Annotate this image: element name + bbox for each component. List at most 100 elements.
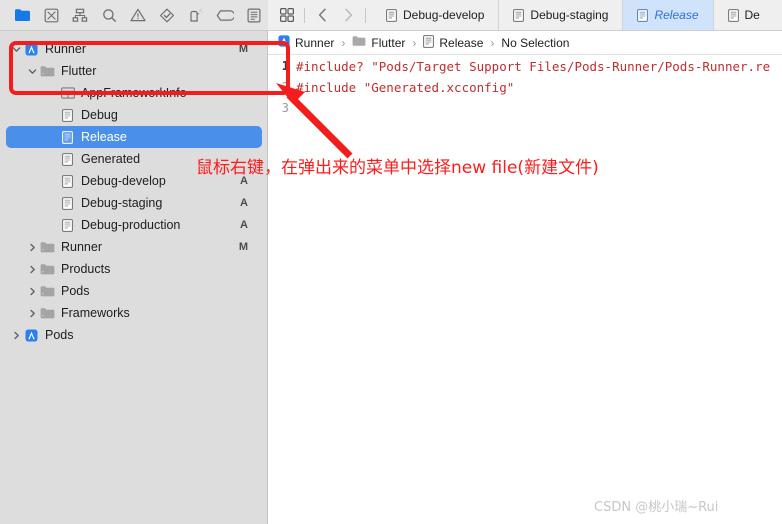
xcode-project-icon (23, 329, 40, 342)
tab-label: Debug-develop (403, 8, 485, 22)
chevron-right-icon[interactable] (26, 243, 39, 252)
xcconfig-icon (59, 174, 76, 188)
source-control-icon[interactable] (37, 3, 66, 27)
chevron-right-icon[interactable] (335, 0, 361, 30)
tree-row-label: Runner (61, 240, 102, 254)
tree-row-status-badge: M (238, 43, 248, 55)
xcconfig-icon (386, 8, 397, 22)
tree-row-status-badge: A (240, 197, 248, 209)
tree-row-label: Debug (81, 108, 118, 122)
xcode-project-icon (23, 43, 40, 56)
code-line[interactable]: 2 #include "Generated.xcconfig" (268, 77, 782, 98)
line-number: 1 (281, 59, 289, 73)
tree-row-label: Release (81, 130, 127, 144)
breadcrumb-label: Runner (295, 35, 335, 50)
tree-row-debug[interactable]: Debug (6, 104, 262, 126)
tree-row-pods[interactable]: Pods (6, 280, 262, 302)
chevron-left-icon[interactable] (309, 0, 335, 30)
xcconfig-icon (637, 8, 649, 22)
chevron-down-icon[interactable] (10, 45, 23, 54)
breadcrumb-item-release[interactable]: Release (423, 34, 483, 51)
tab-debug-develop[interactable]: Debug-develop (372, 0, 498, 30)
xcconfig-icon (513, 8, 525, 22)
tree-row-runner[interactable]: Runner M (6, 236, 262, 258)
tab-label: De (744, 8, 760, 22)
xcconfig-icon (727, 8, 739, 22)
tree-row-label: Debug-develop (81, 174, 166, 188)
tab-debug-staging[interactable]: Debug-staging (498, 0, 622, 30)
breadcrumb-item-runner[interactable]: Runner (278, 35, 334, 50)
debug-gauge-icon[interactable] (181, 3, 210, 27)
xcconfig-icon (59, 108, 76, 122)
breadcrumb-item-no-selection[interactable]: No Selection (501, 36, 569, 50)
chevron-right-icon[interactable] (26, 265, 39, 274)
tree-row-pods[interactable]: Pods (6, 324, 262, 346)
chevron-right-icon[interactable] (26, 309, 39, 318)
folder-icon (39, 263, 56, 276)
code-text: #include? "Pods/Target Support Files/Pod… (296, 59, 771, 74)
xcconfig-icon (59, 218, 76, 232)
source-editor[interactable]: 1 #include? "Pods/Target Support Files/Po… (268, 56, 782, 524)
editor-tab-bar: Debug-develop Debug-staging Release De (268, 0, 782, 31)
test-diamond-icon[interactable] (152, 3, 181, 27)
xcode-window: Runner M Flutter AppFrameworkInfo Debug Relea… (0, 0, 782, 524)
chevron-right-icon: › (412, 35, 417, 50)
breadcrumb: Runner › Flutter › Release › No Selectio… (268, 31, 782, 55)
chevron-right-icon: › (341, 35, 346, 50)
folder-icon (39, 307, 56, 320)
breadcrumb-item-flutter[interactable]: Flutter (352, 35, 405, 50)
xcconfig-icon (423, 34, 435, 51)
tree-row-label: Flutter (61, 64, 97, 78)
tree-row-label: Pods (45, 328, 74, 342)
folder-icon (39, 285, 56, 298)
tree-row-debug-production[interactable]: Debug-production A (6, 214, 262, 236)
folder-icon (39, 241, 56, 254)
tree-row-status-badge: M (238, 241, 248, 253)
tree-row-appframeworkinfo[interactable]: AppFrameworkInfo (6, 82, 262, 104)
xcode-project-icon (278, 35, 290, 50)
tree-row-label: Debug-production (81, 218, 181, 232)
xcconfig-icon (59, 130, 76, 144)
line-number: 3 (281, 101, 289, 115)
tree-row-debug-staging[interactable]: Debug-staging A (6, 192, 262, 214)
project-navigator-pane: Runner M Flutter AppFrameworkInfo Debug Relea… (0, 0, 268, 524)
folder-icon (39, 65, 56, 78)
hierarchy-icon[interactable] (66, 3, 95, 27)
tab-release[interactable]: Release (622, 0, 713, 30)
tree-row-label: Runner (45, 42, 86, 56)
line-number: 2 (281, 80, 289, 94)
tree-row-generated[interactable]: Generated (6, 148, 262, 170)
tree-row-frameworks[interactable]: Frameworks (6, 302, 262, 324)
chevron-right-icon[interactable] (26, 287, 39, 296)
tab-grid-icon[interactable] (274, 0, 300, 30)
tree-row-label: Pods (61, 284, 90, 298)
tab-bar-controls (268, 0, 372, 30)
folder-icon[interactable] (8, 3, 37, 27)
tab-label: Debug-staging (530, 8, 609, 22)
code-line[interactable]: 1 #include? "Pods/Target Support Files/Po… (268, 56, 782, 77)
breakpoint-tag-icon[interactable] (210, 3, 239, 27)
tree-row-debug-develop[interactable]: Debug-develop A (6, 170, 262, 192)
tree-row-flutter[interactable]: Flutter (6, 60, 262, 82)
report-list-icon[interactable] (239, 3, 268, 27)
tree-row-label: Debug-staging (81, 196, 163, 210)
tree-row-label: Frameworks (61, 306, 130, 320)
breadcrumb-label: Flutter (371, 35, 406, 50)
tab-debug-production[interactable]: De (712, 0, 774, 30)
tree-row-runner[interactable]: Runner M (6, 38, 262, 60)
tree-row-products[interactable]: Products (6, 258, 262, 280)
tree-row-label: AppFrameworkInfo (81, 86, 187, 100)
tab-divider-2 (365, 7, 366, 23)
chevron-down-icon[interactable] (26, 67, 39, 76)
search-icon[interactable] (95, 3, 124, 27)
warning-triangle-icon[interactable] (124, 3, 153, 27)
code-line[interactable]: 3 (268, 98, 782, 119)
tab-label: Release (654, 8, 699, 22)
plist-icon (59, 87, 76, 99)
chevron-right-icon: › (490, 35, 495, 50)
tree-row-status-badge: A (240, 175, 248, 187)
tree-row-release[interactable]: Release (6, 126, 262, 148)
folder-icon (352, 35, 366, 50)
chevron-right-icon[interactable] (10, 331, 23, 340)
project-file-tree[interactable]: Runner M Flutter AppFrameworkInfo Debug Relea… (0, 32, 268, 524)
